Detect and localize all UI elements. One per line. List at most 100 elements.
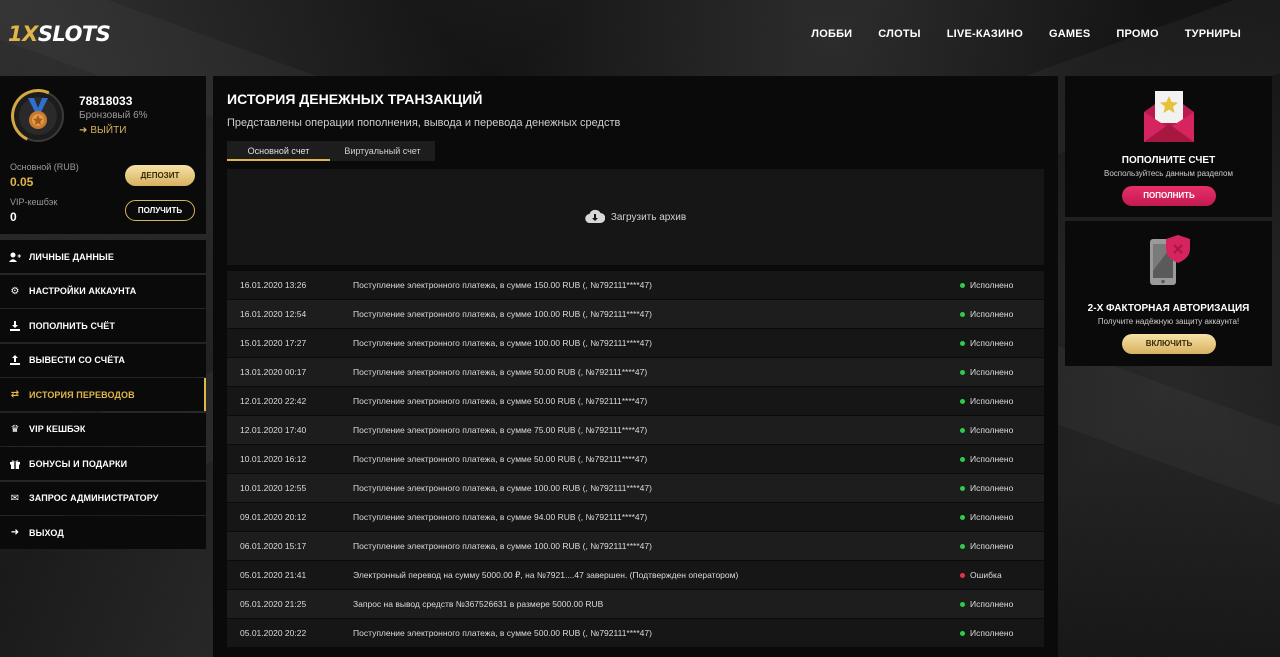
nav-games[interactable]: GAMES: [1036, 28, 1103, 40]
table-row: 10.01.2020 12:55 Поступление электронног…: [227, 474, 1044, 502]
row-date: 12.01.2020 22:42: [240, 396, 307, 406]
card-title: 2-Х ФАКТОРНАЯ АВТОРИЗАЦИЯ: [1087, 303, 1250, 314]
table-row: 16.01.2020 12:54 Поступление электронног…: [227, 300, 1044, 328]
logo-prefix: 1X: [8, 22, 38, 46]
row-description: Поступление электронного платежа, в сумм…: [353, 367, 648, 377]
top-up-button[interactable]: ПОПОЛНИТЬ: [1122, 186, 1216, 206]
row-date: 16.01.2020 13:26: [240, 280, 307, 290]
download-icon: [9, 320, 21, 331]
row-date: 10.01.2020 12:55: [240, 483, 307, 493]
status-label: Ошибка: [970, 570, 1002, 580]
envelope-icon: ✉: [10, 492, 20, 504]
table-row: 12.01.2020 22:42 Поступление электронног…: [227, 387, 1044, 415]
menu-item-exit[interactable]: ➜ ВЫХОД: [0, 516, 206, 549]
row-status: Исполнено: [960, 425, 1044, 435]
card-text: Получите надёжную защиту аккаунта!: [1097, 317, 1240, 326]
menu-item-label: ИСТОРИЯ ПЕРЕВОДОВ: [29, 389, 135, 400]
main-nav: ЛОББИ СЛОТЫ LIVE-КАЗИНО GAMES ПРОМО ТУРН…: [798, 28, 1272, 40]
menu-item-bonuses[interactable]: БОНУСЫ И ПОДАРКИ: [0, 447, 206, 480]
nav-lobby[interactable]: ЛОББИ: [798, 28, 865, 40]
menu-item-deposit[interactable]: ПОПОЛНИТЬ СЧЁТ: [0, 309, 206, 342]
status-label: Исполнено: [970, 367, 1014, 377]
row-date: 13.01.2020 00:17: [240, 367, 307, 377]
medal-icon: [3, 81, 73, 151]
left-sidebar: 78818033 Бронзовый 6% ➜ ВЫЙТИ Основной (…: [0, 76, 206, 551]
logo[interactable]: 1X SLOTS: [8, 22, 111, 46]
cloud-download-icon: [585, 209, 606, 226]
table-row: 13.01.2020 00:17 Поступление электронног…: [227, 358, 1044, 386]
two-factor-card: 2-Х ФАКТОРНАЯ АВТОРИЗАЦИЯ Получите надёж…: [1065, 221, 1272, 366]
menu-item-label: VIP КЕШБЭК: [29, 424, 86, 434]
menu-item-transfer-history[interactable]: ⇄ ИСТОРИЯ ПЕРЕВОДОВ: [0, 378, 206, 411]
status-label: Исполнено: [970, 628, 1014, 638]
status-dot-icon: [960, 572, 965, 578]
menu-item-vip-cashback[interactable]: ♛ VIP КЕШБЭК: [0, 412, 206, 446]
menu-item-account-settings[interactable]: ⚙ НАСТРОЙКИ АККАУНТА: [0, 274, 206, 308]
nav-promo[interactable]: ПРОМО: [1103, 28, 1171, 40]
balance-value: 0.05: [10, 175, 34, 189]
row-status: Исполнено: [960, 454, 1044, 464]
row-status: Исполнено: [960, 280, 1044, 290]
row-status: Исполнено: [960, 367, 1044, 377]
row-status: Исполнено: [960, 338, 1044, 348]
page-subtitle: Представлены операции пополнения, вывода…: [227, 117, 621, 129]
get-cashback-button[interactable]: ПОЛУЧИТЬ: [125, 200, 195, 221]
row-status: Исполнено: [960, 628, 1044, 638]
table-row: 10.01.2020 16:12 Поступление электронног…: [227, 445, 1044, 473]
status-dot-icon: [960, 398, 965, 404]
row-status: Исполнено: [960, 512, 1044, 522]
status-dot-icon: [960, 543, 965, 549]
row-description: Поступление электронного платежа, в сумм…: [353, 628, 652, 638]
profile-panel: 78818033 Бронзовый 6% ➜ ВЫЙТИ Основной (…: [0, 76, 206, 234]
menu-item-label: ЗАПРОС АДМИНИСТРАТОРУ: [29, 493, 159, 503]
status-label: Исполнено: [970, 599, 1014, 609]
status-label: Исполнено: [970, 512, 1014, 522]
logout-link[interactable]: ➜ ВЫЙТИ: [79, 125, 126, 136]
status-label: Исполнено: [970, 541, 1014, 551]
status-dot-icon: [960, 456, 965, 462]
menu-item-withdraw[interactable]: ВЫВЕСТИ СО СЧЁТА: [0, 343, 206, 377]
gears-icon: ⚙: [10, 285, 20, 297]
user-id: 78818033: [79, 94, 133, 108]
row-description: Поступление электронного платежа, в сумм…: [353, 454, 648, 464]
row-date: 09.01.2020 20:12: [240, 512, 307, 522]
status-dot-icon: [960, 601, 965, 607]
tab-virtual-account[interactable]: Виртуальный счет: [330, 141, 435, 161]
download-archive-button[interactable]: Загрузить архив: [227, 169, 1044, 265]
transactions-panel: ИСТОРИЯ ДЕНЕЖНЫХ ТРАНЗАКЦИЙ Представлены…: [213, 76, 1058, 657]
transactions-list: 16.01.2020 13:26 Поступление электронног…: [227, 271, 1044, 647]
status-label: Исполнено: [970, 425, 1014, 435]
row-date: 06.01.2020 15:17: [240, 541, 307, 551]
row-status: Исполнено: [960, 541, 1044, 551]
row-status: Исполнено: [960, 309, 1044, 319]
envelope-star-icon: [1065, 88, 1272, 144]
table-row: 06.01.2020 15:17 Поступление электронног…: [227, 532, 1044, 560]
enable-2fa-button[interactable]: ВКЛЮЧИТЬ: [1122, 334, 1216, 354]
right-sidebar: ПОПОЛНИТЕ СЧЕТ Воспользуйтесь данным раз…: [1065, 76, 1272, 370]
row-description: Поступление электронного платежа, в сумм…: [353, 280, 652, 290]
nav-slots[interactable]: СЛОТЫ: [865, 28, 933, 40]
row-date: 12.01.2020 17:40: [240, 425, 307, 435]
status-label: Исполнено: [970, 396, 1014, 406]
page-title: ИСТОРИЯ ДЕНЕЖНЫХ ТРАНЗАКЦИЙ: [227, 91, 483, 107]
table-row: 05.01.2020 20:22 Поступление электронног…: [227, 619, 1044, 647]
row-description: Поступление электронного платежа, в сумм…: [353, 309, 652, 319]
row-status: Исполнено: [960, 396, 1044, 406]
deposit-button[interactable]: ДЕПОЗИТ: [125, 165, 195, 186]
deposit-promo-card: ПОПОЛНИТЕ СЧЕТ Воспользуйтесь данным раз…: [1065, 76, 1272, 217]
row-description: Поступление электронного платежа, в сумм…: [353, 425, 648, 435]
status-label: Исполнено: [970, 338, 1014, 348]
crown-icon: ♛: [10, 423, 20, 435]
menu-item-admin-request[interactable]: ✉ ЗАПРОС АДМИНИСТРАТОРУ: [0, 481, 206, 515]
menu-item-personal-data[interactable]: ЛИЧНЫЕ ДАННЫЕ: [0, 240, 206, 273]
status-dot-icon: [960, 485, 965, 491]
row-description: Поступление электронного платежа, в сумм…: [353, 512, 648, 522]
row-description: Электронный перевод на сумму 5000.00 ₽, …: [353, 569, 739, 580]
cashback-label: VIP-кешбэк: [10, 197, 58, 207]
tab-main-account[interactable]: Основной счет: [227, 141, 330, 161]
nav-tournaments[interactable]: ТУРНИРЫ: [1172, 28, 1249, 40]
table-row: 15.01.2020 17:27 Поступление электронног…: [227, 329, 1044, 357]
user-rank: Бронзовый 6%: [79, 110, 148, 121]
row-date: 05.01.2020 21:41: [240, 570, 307, 580]
nav-live-casino[interactable]: LIVE-КАЗИНО: [934, 28, 1036, 40]
